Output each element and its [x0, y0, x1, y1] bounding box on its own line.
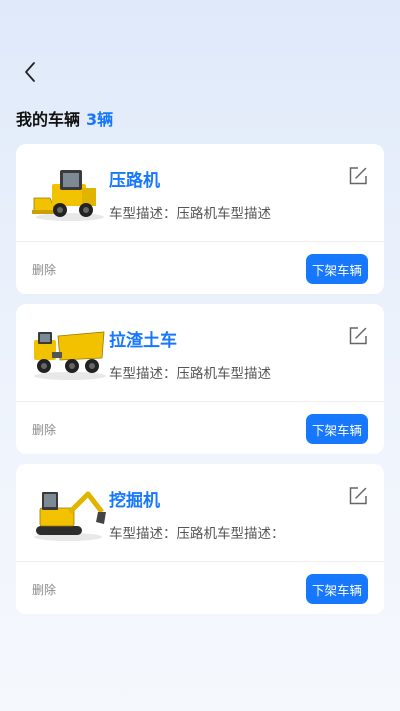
edit-icon[interactable] — [348, 166, 368, 186]
edit-icon[interactable] — [348, 486, 368, 506]
excavator-image — [34, 491, 106, 541]
articulated-dump-truck-image — [34, 331, 106, 380]
section-header: 我的车辆 3辆 — [16, 106, 114, 129]
vehicle-card: 压路机 车型描述：压路机车型描述 删除 下架车辆 — [16, 144, 384, 294]
delete-link[interactable]: 删除 — [32, 421, 56, 438]
divider — [16, 401, 384, 402]
vehicle-description: 车型描述：压路机车型描述： — [109, 526, 285, 542]
chevron-left-icon — [25, 62, 35, 82]
vehicle-name: 拉渣土车 — [109, 331, 177, 351]
vehicle-card: 挖掘机 车型描述：压路机车型描述： 删除 下架车辆 — [16, 464, 384, 614]
vehicle-card: 拉渣土车 车型描述：压路机车型描述 删除 下架车辆 — [16, 304, 384, 454]
delete-link[interactable]: 删除 — [32, 261, 56, 278]
edit-icon[interactable] — [348, 326, 368, 346]
delist-vehicle-button[interactable]: 下架车辆 — [306, 254, 368, 284]
back-button[interactable] — [16, 58, 44, 86]
delist-vehicle-button[interactable]: 下架车辆 — [306, 574, 368, 604]
vehicle-description: 车型描述：压路机车型描述 — [109, 366, 271, 382]
page-title: 我的车辆 — [16, 110, 81, 129]
vehicle-description: 车型描述：压路机车型描述 — [109, 206, 271, 222]
delist-vehicle-button[interactable]: 下架车辆 — [306, 414, 368, 444]
delete-link[interactable]: 删除 — [32, 581, 56, 598]
vehicle-count: 3辆 — [86, 110, 114, 129]
divider — [16, 241, 384, 242]
vehicle-name: 挖掘机 — [109, 491, 160, 511]
divider — [16, 561, 384, 562]
vehicle-name: 压路机 — [109, 171, 160, 191]
skid-steer-loader-image — [32, 170, 104, 221]
